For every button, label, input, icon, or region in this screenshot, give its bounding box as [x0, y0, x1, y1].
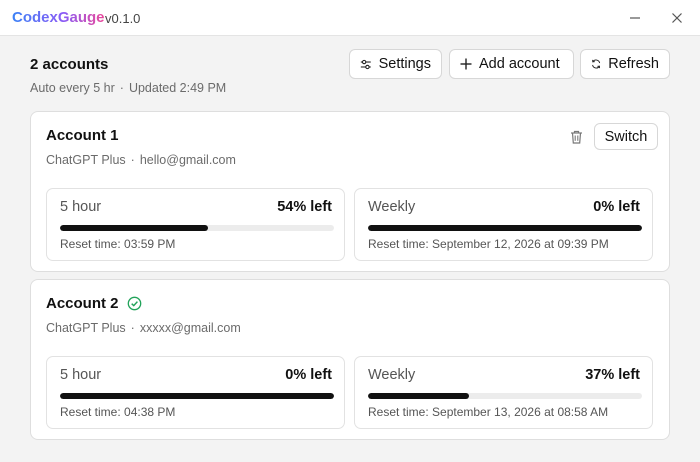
usage-bar — [368, 225, 642, 231]
usage-percent: 37% left — [585, 367, 640, 383]
refresh-button[interactable]: Refresh — [580, 49, 670, 79]
refresh-label: Refresh — [608, 56, 659, 72]
account-email: xxxxx@gmail.com — [139, 321, 241, 335]
account-name: Account 2 — [46, 295, 119, 312]
usage-bar — [60, 393, 334, 399]
usage-percent: 0% left — [593, 199, 640, 215]
reset-time: Reset time: 03:59 PM — [60, 237, 176, 251]
usage-label: 5 hour — [60, 199, 102, 215]
usage-label: Weekly — [368, 199, 416, 215]
usage-percent: 0% left — [285, 367, 332, 383]
app-version: v0.1.0 — [105, 11, 141, 26]
refresh-icon — [592, 59, 601, 69]
usage-bar — [368, 393, 642, 399]
separator: · — [130, 153, 135, 167]
trash-icon — [570, 130, 582, 144]
reset-time: Reset time: September 13, 2026 at 08:58 … — [368, 405, 609, 419]
reset-time: Reset time: September 12, 2026 at 09:39 … — [368, 237, 609, 251]
refresh-meta: Auto every 5 hr · Updated 2:49 PM — [30, 81, 226, 95]
minimize-button[interactable] — [624, 7, 646, 29]
settings-button[interactable]: Settings — [349, 49, 442, 79]
separator: · — [119, 81, 124, 95]
add-account-button[interactable]: Add account — [449, 49, 574, 79]
account-details: ChatGPT Plus · hello@gmail.com — [46, 153, 236, 167]
add-account-label: Add account — [479, 56, 560, 72]
app-name: CodexGauge — [12, 9, 105, 26]
account-card: Account 1 ChatGPT Plus · hello@gmail.com S… — [30, 111, 670, 272]
usage-label: 5 hour — [60, 367, 102, 383]
auto-refresh-text: Auto every 5 hr — [30, 81, 115, 95]
account-count: 2 accounts — [30, 56, 109, 73]
account-email: hello@gmail.com — [139, 153, 236, 167]
plan-name: ChatGPT Plus — [46, 321, 126, 335]
minimize-icon — [630, 17, 640, 19]
plan-name: ChatGPT Plus — [46, 153, 126, 167]
account-title: Account 1 — [46, 127, 119, 144]
close-button[interactable] — [666, 7, 688, 29]
usage-bar-fill — [60, 225, 208, 231]
usage-panel-weekly: Weekly 0% left Reset time: September 12,… — [354, 188, 653, 261]
reset-time: Reset time: 04:38 PM — [60, 405, 176, 419]
sliders-icon — [360, 59, 371, 69]
usage-percent: 54% left — [277, 199, 332, 215]
usage-bar-fill — [368, 393, 470, 399]
main-panel: 2 accounts Auto every 5 hr · Updated 2:49 … — [0, 37, 700, 462]
close-icon — [672, 13, 682, 23]
usage-panel-weekly: Weekly 37% left Reset time: September 13… — [354, 356, 653, 429]
active-check-icon — [127, 296, 141, 311]
updated-text: Updated 2:49 PM — [128, 81, 227, 95]
usage-bar-fill — [60, 393, 334, 399]
switch-account-button[interactable]: Switch — [594, 123, 658, 150]
account-name: Account 1 — [46, 127, 119, 144]
usage-panel-5-hour: 5 hour 0% left Reset time: 04:38 PM — [46, 356, 345, 429]
usage-label: Weekly — [368, 367, 416, 383]
delete-account-button[interactable] — [568, 128, 584, 146]
title-bar: CodexGauge v0.1.0 — [0, 0, 700, 36]
plus-icon — [460, 58, 472, 70]
usage-bar — [60, 225, 334, 231]
usage-bar-fill — [368, 225, 642, 231]
usage-panel-5-hour: 5 hour 54% left Reset time: 03:59 PM — [46, 188, 345, 261]
settings-label: Settings — [378, 56, 431, 72]
separator: · — [130, 321, 135, 335]
account-card: Account 2 ChatGPT Plus · xxxxx@gmail.com 5… — [30, 279, 670, 440]
account-title: Account 2 — [46, 295, 142, 312]
account-details: ChatGPT Plus · xxxxx@gmail.com — [46, 321, 241, 335]
